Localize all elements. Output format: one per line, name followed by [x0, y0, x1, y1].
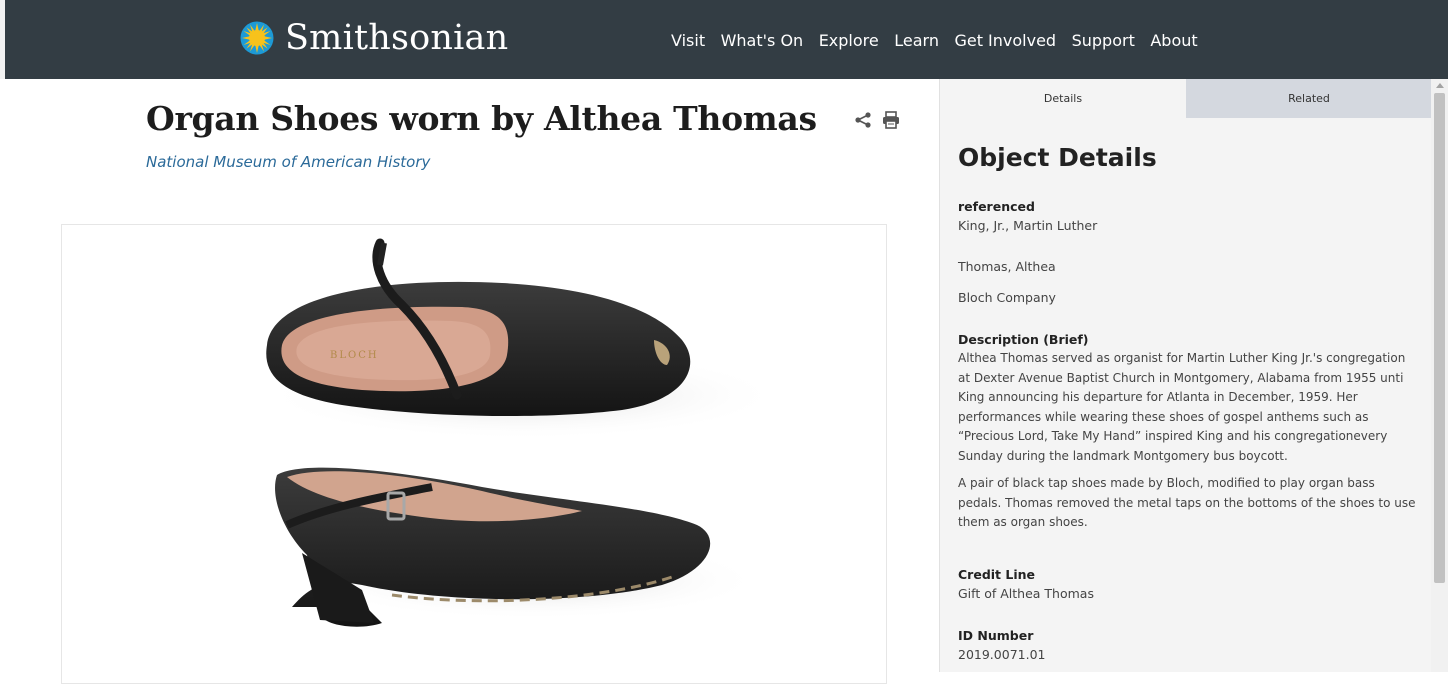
referenced-field: referenced King, Jr., Martin Luther — [958, 198, 1428, 236]
description-text: A pair of black tap shoes made by Bloch,… — [958, 476, 1416, 529]
referenced-value[interactable]: King, Jr., Martin Luther — [958, 216, 1428, 236]
id-number-value: 2019.0071.01 — [958, 647, 1046, 662]
scroll-up-arrow-icon[interactable] — [1436, 83, 1444, 88]
object-details-heading: Object Details — [958, 143, 1157, 172]
site-header: Smithsonian Visit What's On Explore Lear… — [0, 0, 1448, 79]
tab-related[interactable]: Related — [1186, 79, 1432, 118]
referenced-value[interactable]: Thomas, Althea — [958, 257, 1428, 277]
shoe-brand-print: BLOCH — [330, 350, 379, 361]
organ-shoes-image: BLOCH — [262, 238, 782, 627]
id-number-field: ID Number 2019.0071.01 — [958, 627, 1428, 665]
page-scrollbar[interactable] — [1431, 79, 1448, 672]
description-field: Description (Brief) Althea Thomas served… — [958, 331, 1428, 533]
logo-wordmark: Smithsonian — [285, 17, 509, 58]
share-icon[interactable] — [853, 110, 873, 130]
print-icon[interactable] — [881, 110, 901, 130]
credit-line-field: Credit Line Gift of Althea Thomas — [958, 566, 1428, 604]
credit-line-label: Credit Line — [958, 567, 1036, 582]
nav-learn[interactable]: Learn — [894, 30, 939, 52]
object-actions — [853, 110, 901, 130]
scrollbar-thumb[interactable] — [1434, 93, 1445, 583]
tab-details[interactable]: Details — [940, 79, 1186, 118]
nav-whats-on[interactable]: What's On — [721, 30, 804, 52]
referenced-field: Thomas, Althea — [958, 257, 1428, 277]
smithsonian-logo[interactable]: Smithsonian — [240, 14, 508, 62]
referenced-value[interactable]: Bloch Company — [958, 288, 1428, 308]
nav-visit[interactable]: Visit — [671, 30, 705, 52]
object-image[interactable]: BLOCH — [61, 224, 887, 684]
main-nav: Visit What's On Explore Learn Get Involv… — [671, 30, 1213, 52]
nav-get-involved[interactable]: Get Involved — [954, 30, 1056, 52]
nav-about[interactable]: About — [1150, 30, 1197, 52]
panel-tabs: Details Related — [940, 79, 1432, 118]
details-panel: Details Related Object Details reference… — [939, 79, 1432, 672]
nav-explore[interactable]: Explore — [819, 30, 879, 52]
referenced-field: Bloch Company — [958, 288, 1428, 308]
object-title: Organ Shoes worn by Althea Thomas — [146, 99, 817, 138]
description-text: Althea Thomas served as organist for Mar… — [958, 351, 1406, 463]
sun-logo-icon — [240, 21, 274, 55]
referenced-label: referenced — [958, 199, 1035, 214]
description-label: Description (Brief) — [958, 332, 1089, 347]
credit-line-value: Gift of Althea Thomas — [958, 586, 1094, 601]
museum-link[interactable]: National Museum of American History — [146, 153, 430, 171]
id-number-label: ID Number — [958, 628, 1034, 643]
nav-support[interactable]: Support — [1072, 30, 1135, 52]
